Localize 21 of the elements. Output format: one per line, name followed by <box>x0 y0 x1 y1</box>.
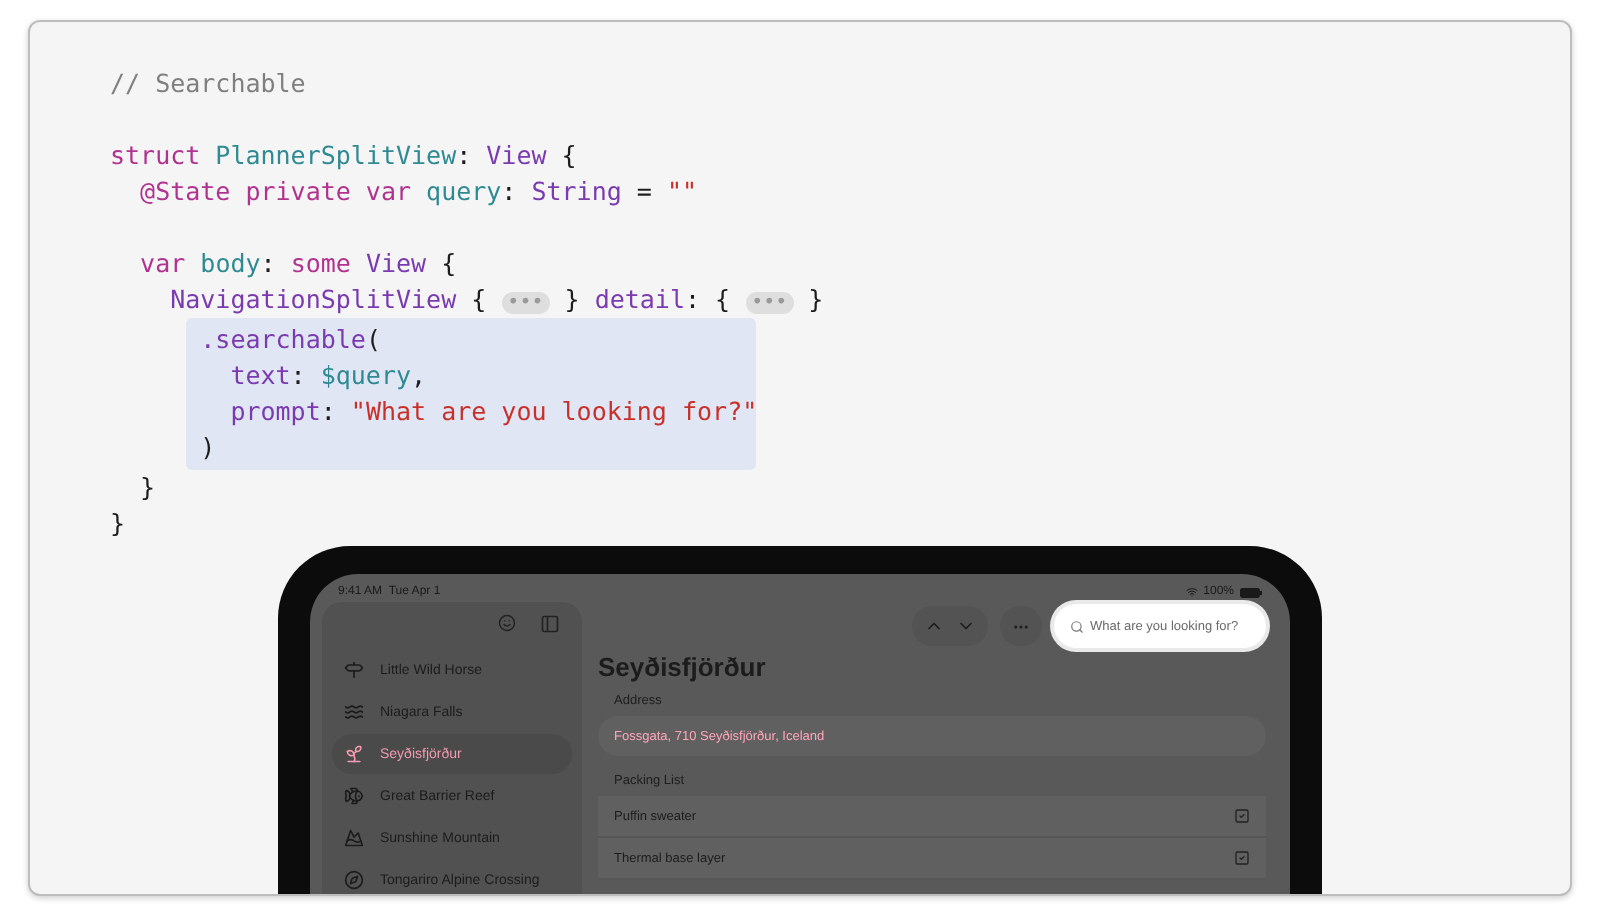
checkbox[interactable] <box>1234 808 1250 824</box>
code-line: NavigationSplitView { ••• } detail: { ••• } <box>168 282 824 318</box>
code-line: prompt: "What are you looking for?" <box>228 394 758 430</box>
code-line: @State private var query: String = "" <box>138 174 698 210</box>
search-icon <box>1070 619 1084 633</box>
battery-icon <box>1240 587 1262 597</box>
face-icon[interactable] <box>498 614 516 632</box>
code-line: text: $query, <box>228 358 427 394</box>
code-line: } <box>110 506 126 542</box>
code-line: struct PlannerSplitView: View { <box>110 138 577 174</box>
code-line: // Searchable <box>110 66 306 102</box>
code-line: } <box>138 470 156 506</box>
detail-title: Seyðisfjörður <box>598 652 768 682</box>
code-line: var body: some View { <box>138 246 457 282</box>
wifi-icon <box>1185 586 1198 598</box>
code-line: .searchable( <box>200 322 381 358</box>
checkbox[interactable] <box>1234 850 1250 866</box>
code-line: ) <box>200 430 216 466</box>
sidebar-toggle-icon[interactable] <box>540 614 560 634</box>
more-button[interactable] <box>1000 606 1042 646</box>
nav-button[interactable] <box>912 606 988 646</box>
